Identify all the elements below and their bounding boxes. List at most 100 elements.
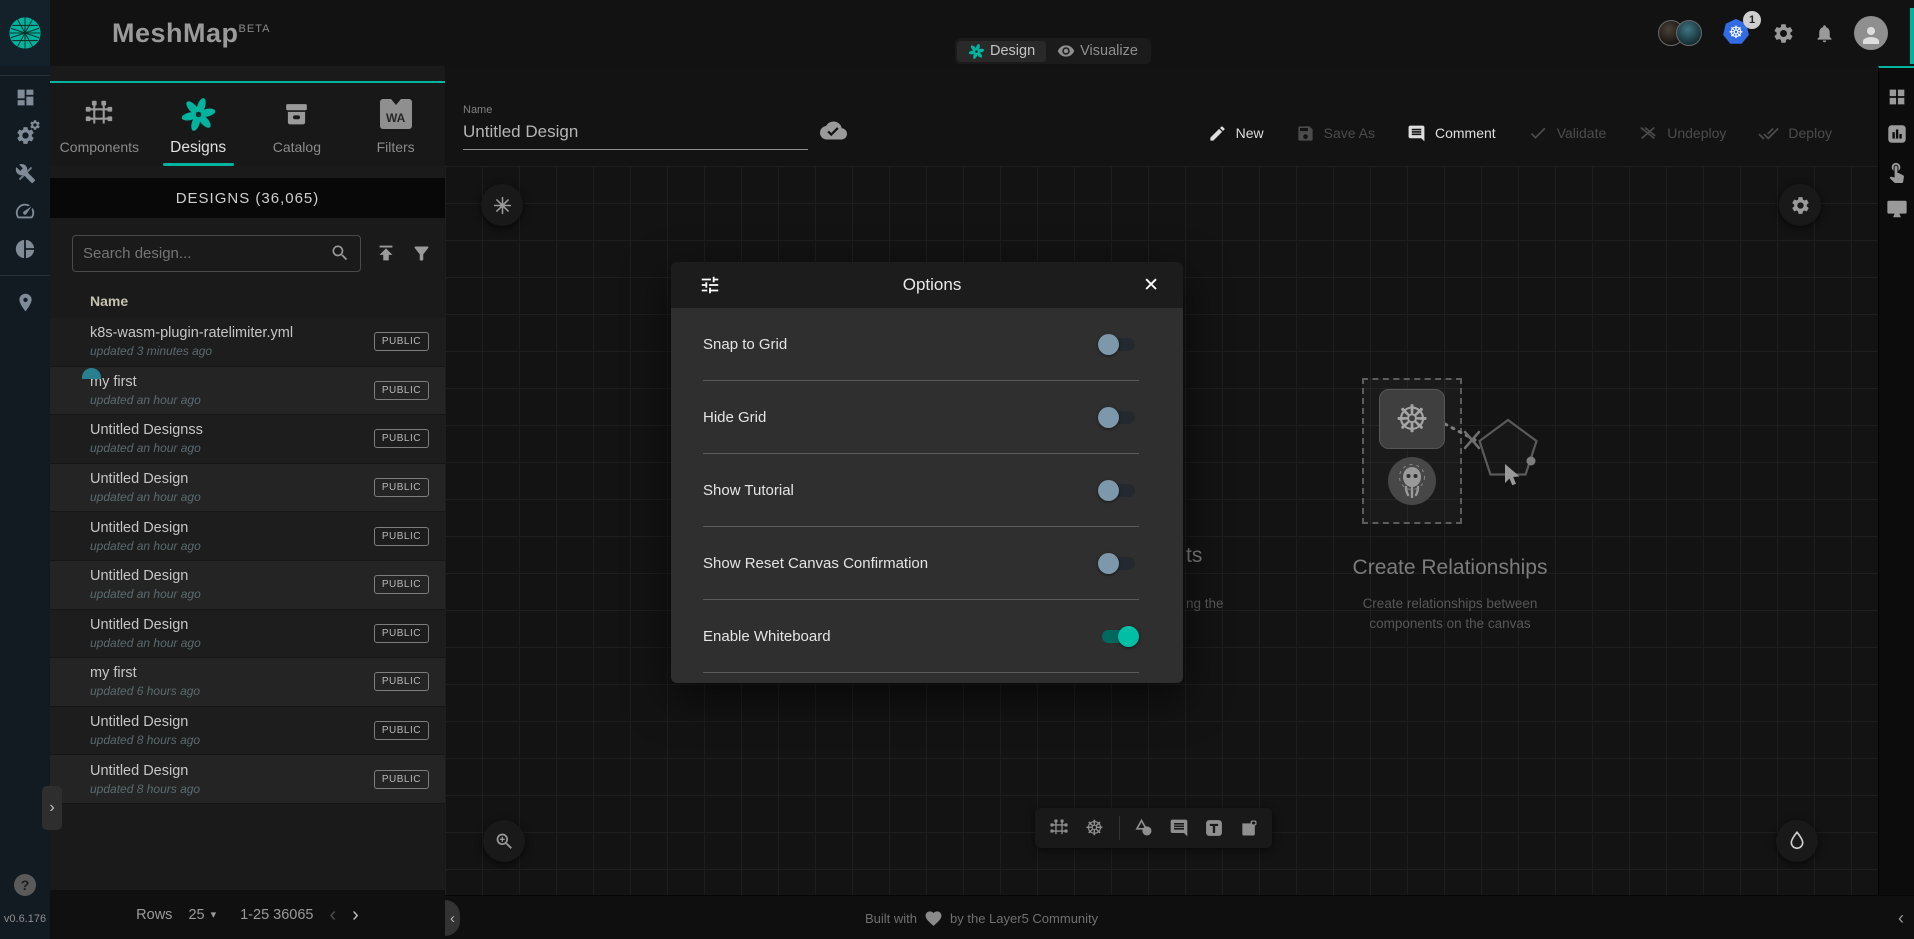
kubernetes-node: ☸	[1379, 389, 1445, 449]
nav-configuration[interactable]	[0, 154, 50, 192]
tune-icon	[699, 274, 721, 296]
tab-design[interactable]: Design	[957, 41, 1046, 62]
pagination-bar: Rows 25 ▾ 1-25 36065 ‹ ›	[50, 890, 445, 939]
text-tool[interactable]	[1204, 818, 1224, 838]
beta-tag: BETA	[239, 23, 271, 35]
design-row[interactable]: k8s-wasm-plugin-ratelimiter.yml updated …	[50, 318, 445, 367]
upload-icon	[375, 242, 397, 264]
tab-catalog[interactable]: Catalog	[248, 83, 347, 166]
pencil-icon	[1208, 124, 1227, 143]
widgets-button[interactable]	[1886, 86, 1908, 108]
column-header-name: Name	[90, 293, 128, 309]
media-icon	[1239, 818, 1259, 838]
collaborator-avatars[interactable]	[1658, 20, 1702, 46]
footer-collapse-left[interactable]: ‹	[445, 900, 460, 936]
nav-lifecycle[interactable]	[0, 116, 50, 154]
new-button[interactable]: New	[1208, 124, 1264, 143]
toggle-switch[interactable]	[1098, 407, 1139, 428]
import-design-button[interactable]	[375, 242, 397, 264]
interaction-button[interactable]	[1885, 160, 1908, 183]
media-tool[interactable]	[1239, 818, 1259, 838]
nav-performance[interactable]	[0, 192, 50, 230]
touch-icon	[1885, 160, 1908, 183]
nav-location[interactable]	[0, 283, 50, 321]
design-name: my first	[90, 665, 200, 681]
design-row[interactable]: Untitled Design updated an hour ago PUBL…	[50, 610, 445, 659]
option-row: Enable Whiteboard	[703, 600, 1139, 673]
nav-extensions[interactable]	[0, 230, 50, 268]
tab-visualize[interactable]: Visualize	[1046, 40, 1149, 62]
undeploy-icon	[1638, 123, 1658, 143]
version-label: v0.6.176	[0, 913, 50, 925]
zoom-in-icon	[494, 831, 515, 852]
design-row[interactable]: Untitled Design updated an hour ago PUBL…	[50, 561, 445, 610]
design-updated: updated 6 hours ago	[90, 684, 200, 698]
visibility-badge: PUBLIC	[374, 527, 429, 546]
toggle-switch[interactable]	[1098, 334, 1139, 355]
zoom-button[interactable]	[483, 820, 525, 862]
charts-button[interactable]	[1886, 123, 1908, 145]
design-updated: updated 8 hours ago	[90, 782, 200, 796]
design-row[interactable]: my first updated an hour ago PUBLIC	[50, 367, 445, 416]
tab-designs[interactable]: Designs	[149, 83, 248, 166]
display-button[interactable]	[1886, 198, 1908, 220]
grid-icon	[1886, 86, 1908, 108]
monitor-icon	[1886, 198, 1908, 220]
settings-button[interactable]	[1772, 22, 1795, 45]
notifications-button[interactable]	[1814, 23, 1835, 44]
design-row[interactable]: Untitled Design updated 8 hours ago PUBL…	[50, 755, 445, 804]
canvas-config-button[interactable]	[481, 184, 523, 226]
toggle-switch[interactable]	[1098, 480, 1139, 501]
footer-collapse-right[interactable]: ‹	[1898, 896, 1904, 939]
bar-chart-icon	[1886, 123, 1908, 145]
design-name-input[interactable]	[463, 120, 808, 150]
option-row: Show Reset Canvas Confirmation	[703, 527, 1139, 600]
design-row[interactable]: Untitled Design updated an hour ago PUBL…	[50, 464, 445, 513]
validate-button[interactable]: Validate	[1528, 123, 1607, 143]
prev-page-button[interactable]: ‹	[329, 905, 336, 925]
toggle-switch[interactable]	[1098, 626, 1139, 647]
toggle-switch[interactable]	[1098, 553, 1139, 574]
design-row[interactable]: Untitled Design updated an hour ago PUBL…	[50, 512, 445, 561]
design-row[interactable]: my first updated 6 hours ago PUBLIC	[50, 658, 445, 707]
shapes-tool[interactable]	[1134, 818, 1154, 838]
layer5-logo[interactable]	[0, 0, 50, 66]
save-as-button[interactable]: Save As	[1296, 124, 1375, 143]
tab-filters[interactable]: WA Filters	[346, 83, 445, 166]
tab-components[interactable]: Components	[50, 83, 149, 166]
mascot-node	[1388, 457, 1436, 505]
panel-expand-handle[interactable]: ›	[42, 786, 62, 830]
design-row[interactable]: Untitled Designss updated an hour ago PU…	[50, 415, 445, 464]
search-input[interactable]	[83, 245, 330, 262]
design-row[interactable]: Untitled Design updated 8 hours ago PUBL…	[50, 707, 445, 756]
tutorial-relationship-graphic	[1445, 414, 1595, 564]
location-pin-icon	[15, 292, 36, 313]
nav-dashboard[interactable]	[0, 78, 50, 116]
hidden-hint-body-fragment: ng the	[1186, 596, 1224, 611]
kubernetes-context-button[interactable]: ☸ 1	[1721, 17, 1753, 49]
comment-button[interactable]: Comment	[1407, 124, 1496, 143]
tools-icon	[15, 163, 36, 184]
close-icon[interactable]: ✕	[1143, 276, 1159, 295]
kubernetes-tool[interactable]: ☸	[1085, 818, 1104, 839]
deploy-button[interactable]: Deploy	[1758, 123, 1832, 144]
undeploy-button[interactable]: Undeploy	[1638, 123, 1726, 143]
double-check-icon	[1758, 123, 1779, 144]
deploy-drop-button[interactable]	[1776, 820, 1818, 862]
snowflake-icon	[492, 195, 513, 216]
hidden-hint-title-fragment: ts	[1186, 544, 1202, 568]
design-name: Untitled Design	[90, 568, 201, 584]
visibility-badge: PUBLIC	[374, 478, 429, 497]
user-avatar[interactable]	[1854, 16, 1888, 50]
design-name: k8s-wasm-plugin-ratelimiter.yml	[90, 325, 293, 341]
text-icon	[1204, 818, 1224, 838]
comment-tool[interactable]	[1169, 818, 1189, 838]
speedometer-icon	[14, 200, 36, 222]
save-icon	[1296, 124, 1315, 143]
rows-per-page-select[interactable]: 25 ▾	[188, 907, 216, 923]
canvas-options-button[interactable]	[1779, 184, 1821, 226]
help-button[interactable]: ?	[14, 874, 36, 896]
next-page-button[interactable]: ›	[352, 905, 359, 925]
filter-button[interactable]	[411, 243, 432, 264]
component-tool[interactable]	[1048, 817, 1070, 839]
